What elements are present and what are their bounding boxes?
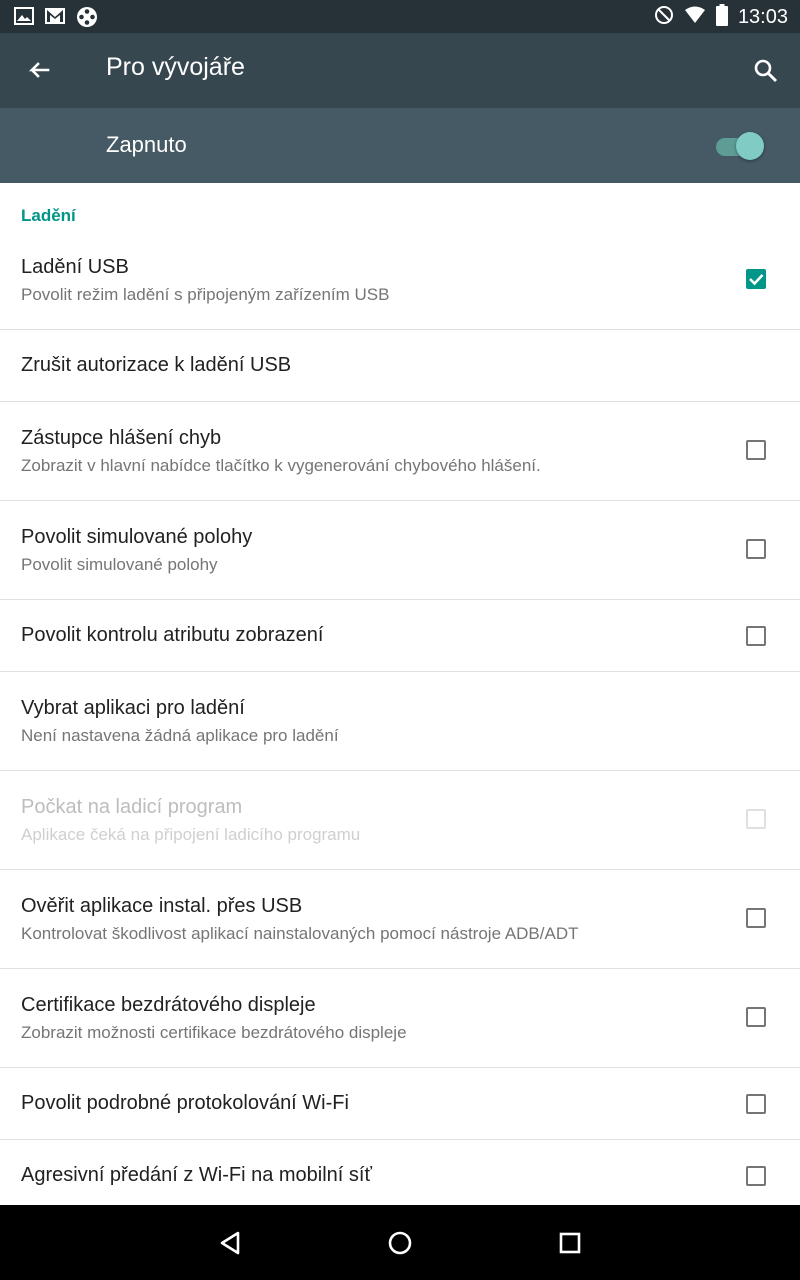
pref-revoke-usb-auth[interactable]: Zrušit autorizace k ladění USB [0,330,800,402]
gallery-icon [14,6,34,32]
checkbox-unchecked[interactable] [746,440,766,460]
checkbox-disabled [746,809,766,829]
checkbox-unchecked[interactable] [746,1094,766,1114]
status-bar: 13:03 [0,0,800,33]
pref-title: Certifikace bezdrátového displeje [21,994,316,1016]
pref-title: Agresivní předání z Wi-Fi na mobilní síť [21,1164,372,1186]
status-time: 13:03 [737,5,788,28]
pref-wireless-display-cert[interactable]: Certifikace bezdrátového displeje Zobraz… [0,969,800,1068]
pref-select-debug-app[interactable]: Vybrat aplikaci pro ladění Není nastaven… [0,672,800,771]
gmail-icon [44,6,66,32]
pref-subtitle: Zobrazit v hlavní nabídce tlačítko k vyg… [21,456,541,475]
wifi-icon [684,6,706,28]
preference-list: Ladění USB Povolit režim ladění s připoj… [0,234,800,1206]
nav-home-icon[interactable] [382,1225,418,1261]
app-bar: Pro vývojáře [0,33,800,108]
nav-recents-icon[interactable] [552,1225,588,1261]
status-bar-notifications [14,6,98,32]
pref-title: Povolit podrobné protokolování Wi-Fi [21,1092,349,1114]
nav-back-icon[interactable] [212,1225,248,1261]
pref-verify-apps-usb[interactable]: Ověřit aplikace instal. přes USB Kontrol… [0,870,800,969]
pref-subtitle: Povolit simulované polohy [21,555,218,574]
pref-view-attribute-inspection[interactable]: Povolit kontrolu atributu zobrazení [0,600,800,672]
pref-subtitle: Aplikace čeká na připojení ladicího prog… [21,825,361,844]
pref-title: Počkat na ladicí program [21,796,243,818]
pref-title: Povolit kontrolu atributu zobrazení [21,624,324,646]
pref-wait-for-debugger: Počkat na ladicí program Aplikace čeká n… [0,771,800,870]
master-switch-bar[interactable]: Zapnuto [0,108,800,183]
status-bar-system: 13:03 [654,4,788,30]
pref-subtitle: Povolit režim ladění s připojeným zaříze… [21,285,390,304]
pref-bug-report-shortcut[interactable]: Zástupce hlášení chyb Zobrazit v hlavní … [0,402,800,501]
checkbox-unchecked[interactable] [746,1166,766,1186]
pref-title: Ověřit aplikace instal. přes USB [21,895,303,917]
pref-subtitle: Kontrolovat škodlivost aplikací nainstal… [21,924,579,943]
pref-subtitle: Zobrazit možnosti certifikace bezdrátové… [21,1023,407,1042]
arrow-back-icon[interactable] [22,55,54,87]
pref-aggressive-wifi-handover[interactable]: Agresivní předání z Wi-Fi na mobilní síť [0,1140,800,1206]
section-header-debugging: Ladění [21,206,76,225]
checkbox-unchecked[interactable] [746,626,766,646]
do-not-disturb-icon [654,5,674,29]
master-switch-label: Zapnuto [106,132,187,157]
page-title: Pro vývojáře [106,53,245,81]
search-icon[interactable] [750,55,782,87]
pref-wifi-verbose-logging[interactable]: Povolit podrobné protokolování Wi-Fi [0,1068,800,1140]
pref-usb-debugging[interactable]: Ladění USB Povolit režim ladění s připoj… [0,234,800,330]
pref-title: Ladění USB [21,256,129,278]
master-switch-thumb[interactable] [736,132,764,160]
battery-icon [715,4,728,30]
check-icon [749,274,764,286]
checkbox-checked[interactable] [746,269,766,289]
pref-title: Zástupce hlášení chyb [21,427,222,449]
checkbox-unchecked[interactable] [746,908,766,928]
pref-title: Zrušit autorizace k ladění USB [21,354,292,376]
film-reel-icon [76,6,98,32]
checkbox-unchecked[interactable] [746,1007,766,1027]
checkbox-unchecked[interactable] [746,539,766,559]
pref-subtitle: Není nastavena žádná aplikace pro ladění [21,726,339,745]
pref-title: Vybrat aplikaci pro ladění [21,697,245,719]
navigation-bar [0,1205,800,1280]
pref-mock-locations[interactable]: Povolit simulované polohy Povolit simulo… [0,501,800,600]
pref-title: Povolit simulované polohy [21,526,253,548]
